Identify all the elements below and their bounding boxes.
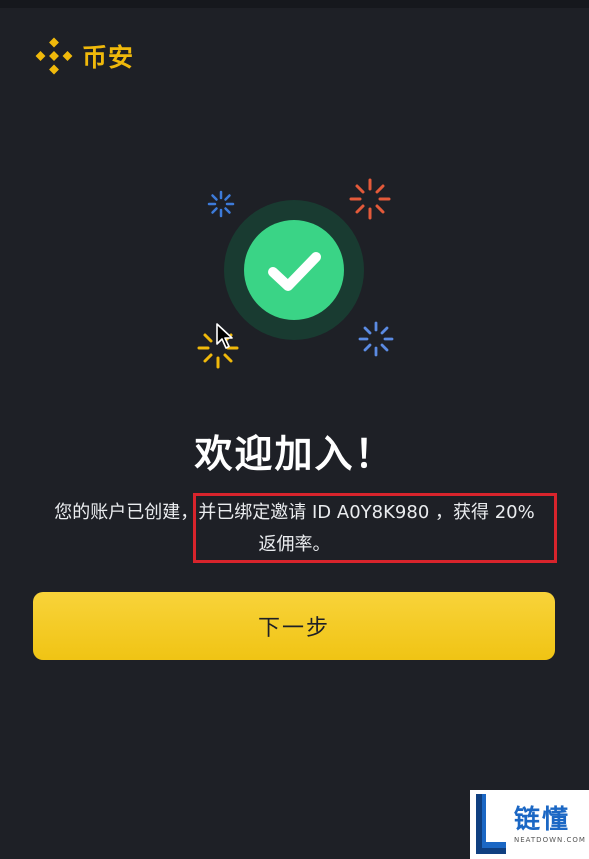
- next-step-button[interactable]: 下一步: [33, 592, 555, 660]
- binance-logo-icon: [35, 37, 73, 75]
- watermark-domain: NEATDOWN.COM: [514, 835, 586, 844]
- check-icon: [268, 252, 321, 291]
- success-circle: [244, 220, 344, 320]
- success-indicator: [224, 200, 364, 340]
- brand-logo: 币安: [34, 36, 134, 76]
- top-bar: [0, 0, 589, 8]
- brand-name: 币安: [82, 43, 135, 72]
- watermark-logo: 链懂 NEATDOWN.COM: [470, 790, 589, 859]
- welcome-title: 欢迎加入！: [194, 432, 395, 476]
- mouse-cursor-icon: [216, 323, 233, 349]
- l-logo-icon: [476, 794, 506, 854]
- watermark-text: 链懂: [514, 804, 571, 835]
- highlight-annotation: [193, 493, 557, 563]
